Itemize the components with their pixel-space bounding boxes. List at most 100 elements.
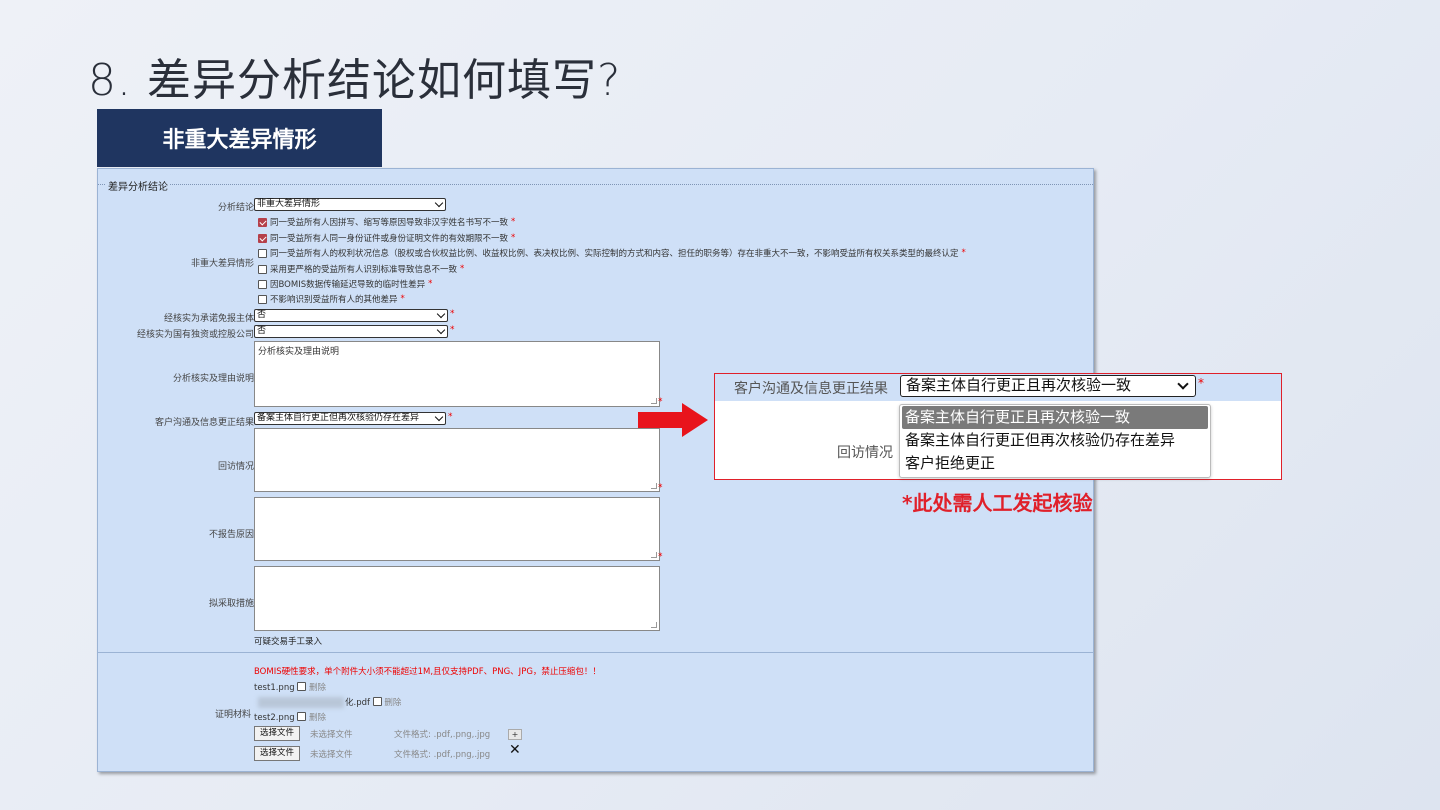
required-mark: * bbox=[450, 325, 455, 335]
delete-label: 删除 bbox=[384, 698, 402, 708]
option-text: 采用更严格的受益所有人识别标准导致信息不一致 bbox=[270, 265, 458, 275]
exempt-subject-select[interactable]: 否 bbox=[254, 309, 448, 322]
chevron-down-icon bbox=[1177, 378, 1189, 390]
revisit-textarea[interactable] bbox=[254, 428, 660, 492]
minor-diff-option[interactable]: 不影响识别受益所有人的其他差异 * bbox=[258, 293, 405, 305]
delete-label: 删除 bbox=[309, 683, 327, 693]
checkbox[interactable] bbox=[258, 264, 267, 274]
minor-diff-label: 非重大差异情形 bbox=[190, 259, 254, 269]
file-name[interactable]: test1.png bbox=[254, 683, 295, 693]
measures-label: 拟采取措施 bbox=[208, 599, 254, 609]
no-file-text: 未选择文件 bbox=[310, 750, 353, 760]
dropdown-list: 备案主体自行更正且再次核验一致 备案主体自行更正但再次核验仍存在差异 客户拒绝更… bbox=[899, 404, 1211, 478]
delete-checkbox[interactable] bbox=[297, 712, 307, 721]
exempt-subject-label: 经核实为承诺免报主体 bbox=[163, 314, 254, 324]
minor-diff-option[interactable]: 采用更严格的受益所有人识别标准导致信息不一致 * bbox=[258, 263, 464, 275]
required-mark: * bbox=[658, 483, 663, 493]
minor-diff-option[interactable]: 同一受益所有人的权利状况信息（股权或合伙权益比例、收益权比例、表决权比例、实际控… bbox=[258, 247, 966, 259]
analysis-conclusion-select[interactable]: 非重大差异情形 bbox=[254, 198, 446, 211]
remove-file-icon[interactable]: ✕ bbox=[509, 742, 521, 758]
chevron-down-icon bbox=[436, 325, 446, 335]
no-file-text: 未选择文件 bbox=[310, 730, 353, 740]
required-mark: * bbox=[460, 264, 465, 274]
exempt-subject-value: 否 bbox=[257, 310, 267, 320]
red-arrow-icon bbox=[638, 403, 708, 437]
minor-diff-option[interactable]: 因BOMIS数据传输延迟导致的临时性差异 * bbox=[258, 278, 432, 290]
dropdown-option[interactable]: 客户拒绝更正 bbox=[900, 452, 1210, 475]
format-hint: 文件格式: .pdf,.png,.jpg bbox=[394, 730, 491, 740]
resize-grip-icon[interactable] bbox=[651, 483, 657, 489]
slide-title: 8. 差异分析结论如何填写? bbox=[88, 55, 622, 106]
checkbox[interactable] bbox=[258, 248, 267, 258]
section-divider bbox=[98, 652, 1093, 653]
analysis-conclusion-label: 分析结论 bbox=[217, 203, 254, 213]
delete-checkbox[interactable] bbox=[297, 682, 307, 691]
choose-file-button[interactable]: 选择文件 bbox=[254, 746, 301, 761]
verify-reason-label: 分析核实及理由说明 bbox=[172, 374, 254, 384]
checkbox[interactable] bbox=[258, 294, 267, 304]
comm-result-label: 客户沟通及信息更正结果 bbox=[154, 418, 254, 428]
required-mark: * bbox=[511, 233, 516, 243]
chevron-down-icon bbox=[434, 413, 444, 422]
required-mark: * bbox=[450, 309, 455, 319]
upload-warning: BOMIS硬性要求，单个附件大小须不能超过1M,且仅支持PDF、PNG、JPG，… bbox=[254, 667, 601, 677]
resize-grip-icon[interactable] bbox=[651, 622, 657, 628]
required-mark: * bbox=[1198, 376, 1204, 390]
redacted-filename bbox=[258, 697, 344, 708]
callout-comm-label: 客户沟通及信息更正结果 bbox=[734, 381, 888, 397]
comm-result-select[interactable]: 备案主体自行更正但再次核验仍存在差异 bbox=[254, 412, 446, 425]
state-owned-value: 否 bbox=[257, 326, 267, 336]
minor-diff-option[interactable]: 同一受益所有人同一身份证件或身份证明文件的有效期限不一致 * bbox=[258, 232, 515, 244]
analysis-conclusion-value: 非重大差异情形 bbox=[257, 199, 321, 209]
no-report-reason-textarea[interactable] bbox=[254, 497, 660, 561]
required-mark: * bbox=[448, 412, 453, 422]
delete-checkbox[interactable] bbox=[372, 697, 382, 706]
option-text: 同一受益所有人同一身份证件或身份证明文件的有效期限不一致 bbox=[270, 234, 509, 244]
format-hint: 文件格式: .pdf,.png,.jpg bbox=[394, 750, 491, 760]
option-text: 同一受益所有人的权利状况信息（股权或合伙权益比例、收益权比例、表决权比例、实际控… bbox=[270, 249, 959, 259]
state-owned-select[interactable]: 否 bbox=[254, 325, 448, 338]
callout-selected-value: 备案主体自行更正且再次核验一致 bbox=[906, 376, 1132, 394]
required-mark: * bbox=[428, 279, 433, 289]
dropdown-option[interactable]: 备案主体自行更正但再次核验仍存在差异 bbox=[900, 429, 1210, 452]
minor-diff-option[interactable]: 同一受益所有人因拼写、缩写等原因导致非汉字姓名书写不一致 * bbox=[258, 216, 515, 228]
comm-result-value: 备案主体自行更正但再次核验仍存在差异 bbox=[257, 413, 420, 423]
section-banner: 非重大差异情形 bbox=[97, 109, 382, 167]
file-name[interactable]: 化.pdf bbox=[345, 698, 370, 708]
manual-entry-link[interactable]: 可疑交易手工录入 bbox=[254, 635, 322, 647]
choose-file-button[interactable]: 选择文件 bbox=[254, 726, 301, 741]
verify-reason-textarea[interactable]: 分析核实及理由说明 bbox=[254, 341, 660, 407]
add-file-button[interactable]: + bbox=[508, 729, 522, 740]
manual-verify-note: *此处需人工发起核验 bbox=[902, 491, 1093, 515]
checkbox[interactable] bbox=[258, 279, 267, 289]
revisit-label: 回访情况 bbox=[217, 462, 254, 472]
file-name[interactable]: test2.png bbox=[254, 713, 295, 723]
chevron-down-icon bbox=[436, 309, 446, 319]
chevron-down-icon bbox=[434, 198, 444, 208]
resize-grip-icon[interactable] bbox=[651, 552, 657, 558]
delete-label: 删除 bbox=[309, 713, 327, 723]
required-mark: * bbox=[511, 217, 516, 227]
required-mark: * bbox=[658, 552, 663, 562]
option-text: 因BOMIS数据传输延迟导致的临时性差异 bbox=[270, 280, 426, 290]
option-text: 同一受益所有人因拼写、缩写等原因导致非汉字姓名书写不一致 bbox=[270, 218, 509, 228]
fieldset-border bbox=[98, 184, 1093, 185]
checkbox-checked[interactable] bbox=[258, 233, 267, 243]
no-report-reason-label: 不报告原因 bbox=[208, 530, 254, 540]
required-mark: * bbox=[400, 294, 405, 304]
option-text: 不影响识别受益所有人的其他差异 bbox=[270, 295, 398, 305]
measures-textarea[interactable] bbox=[254, 566, 660, 631]
dropdown-option[interactable]: 备案主体自行更正且再次核验一致 bbox=[902, 406, 1208, 429]
checkbox-checked[interactable] bbox=[258, 217, 267, 227]
callout-visit-label: 回访情况 bbox=[837, 445, 893, 461]
proof-label: 证明材料 bbox=[214, 710, 251, 720]
callout-comm-select[interactable]: 备案主体自行更正且再次核验一致 bbox=[900, 375, 1196, 397]
state-owned-label: 经核实为国有独资或控股公司 bbox=[136, 330, 254, 340]
file-item: test1.png 删除 bbox=[254, 681, 326, 693]
file-item: 化.pdf 删除 bbox=[345, 696, 401, 708]
required-mark: * bbox=[961, 248, 966, 258]
zoom-callout: 客户沟通及信息更正结果 备案主体自行更正且再次核验一致 * 回访情况 备案主体自… bbox=[714, 373, 1282, 480]
file-item: test2.png 删除 bbox=[254, 711, 326, 723]
verify-reason-text: 分析核实及理由说明 bbox=[258, 347, 340, 357]
fieldset-legend: 差异分析结论 bbox=[106, 178, 170, 193]
